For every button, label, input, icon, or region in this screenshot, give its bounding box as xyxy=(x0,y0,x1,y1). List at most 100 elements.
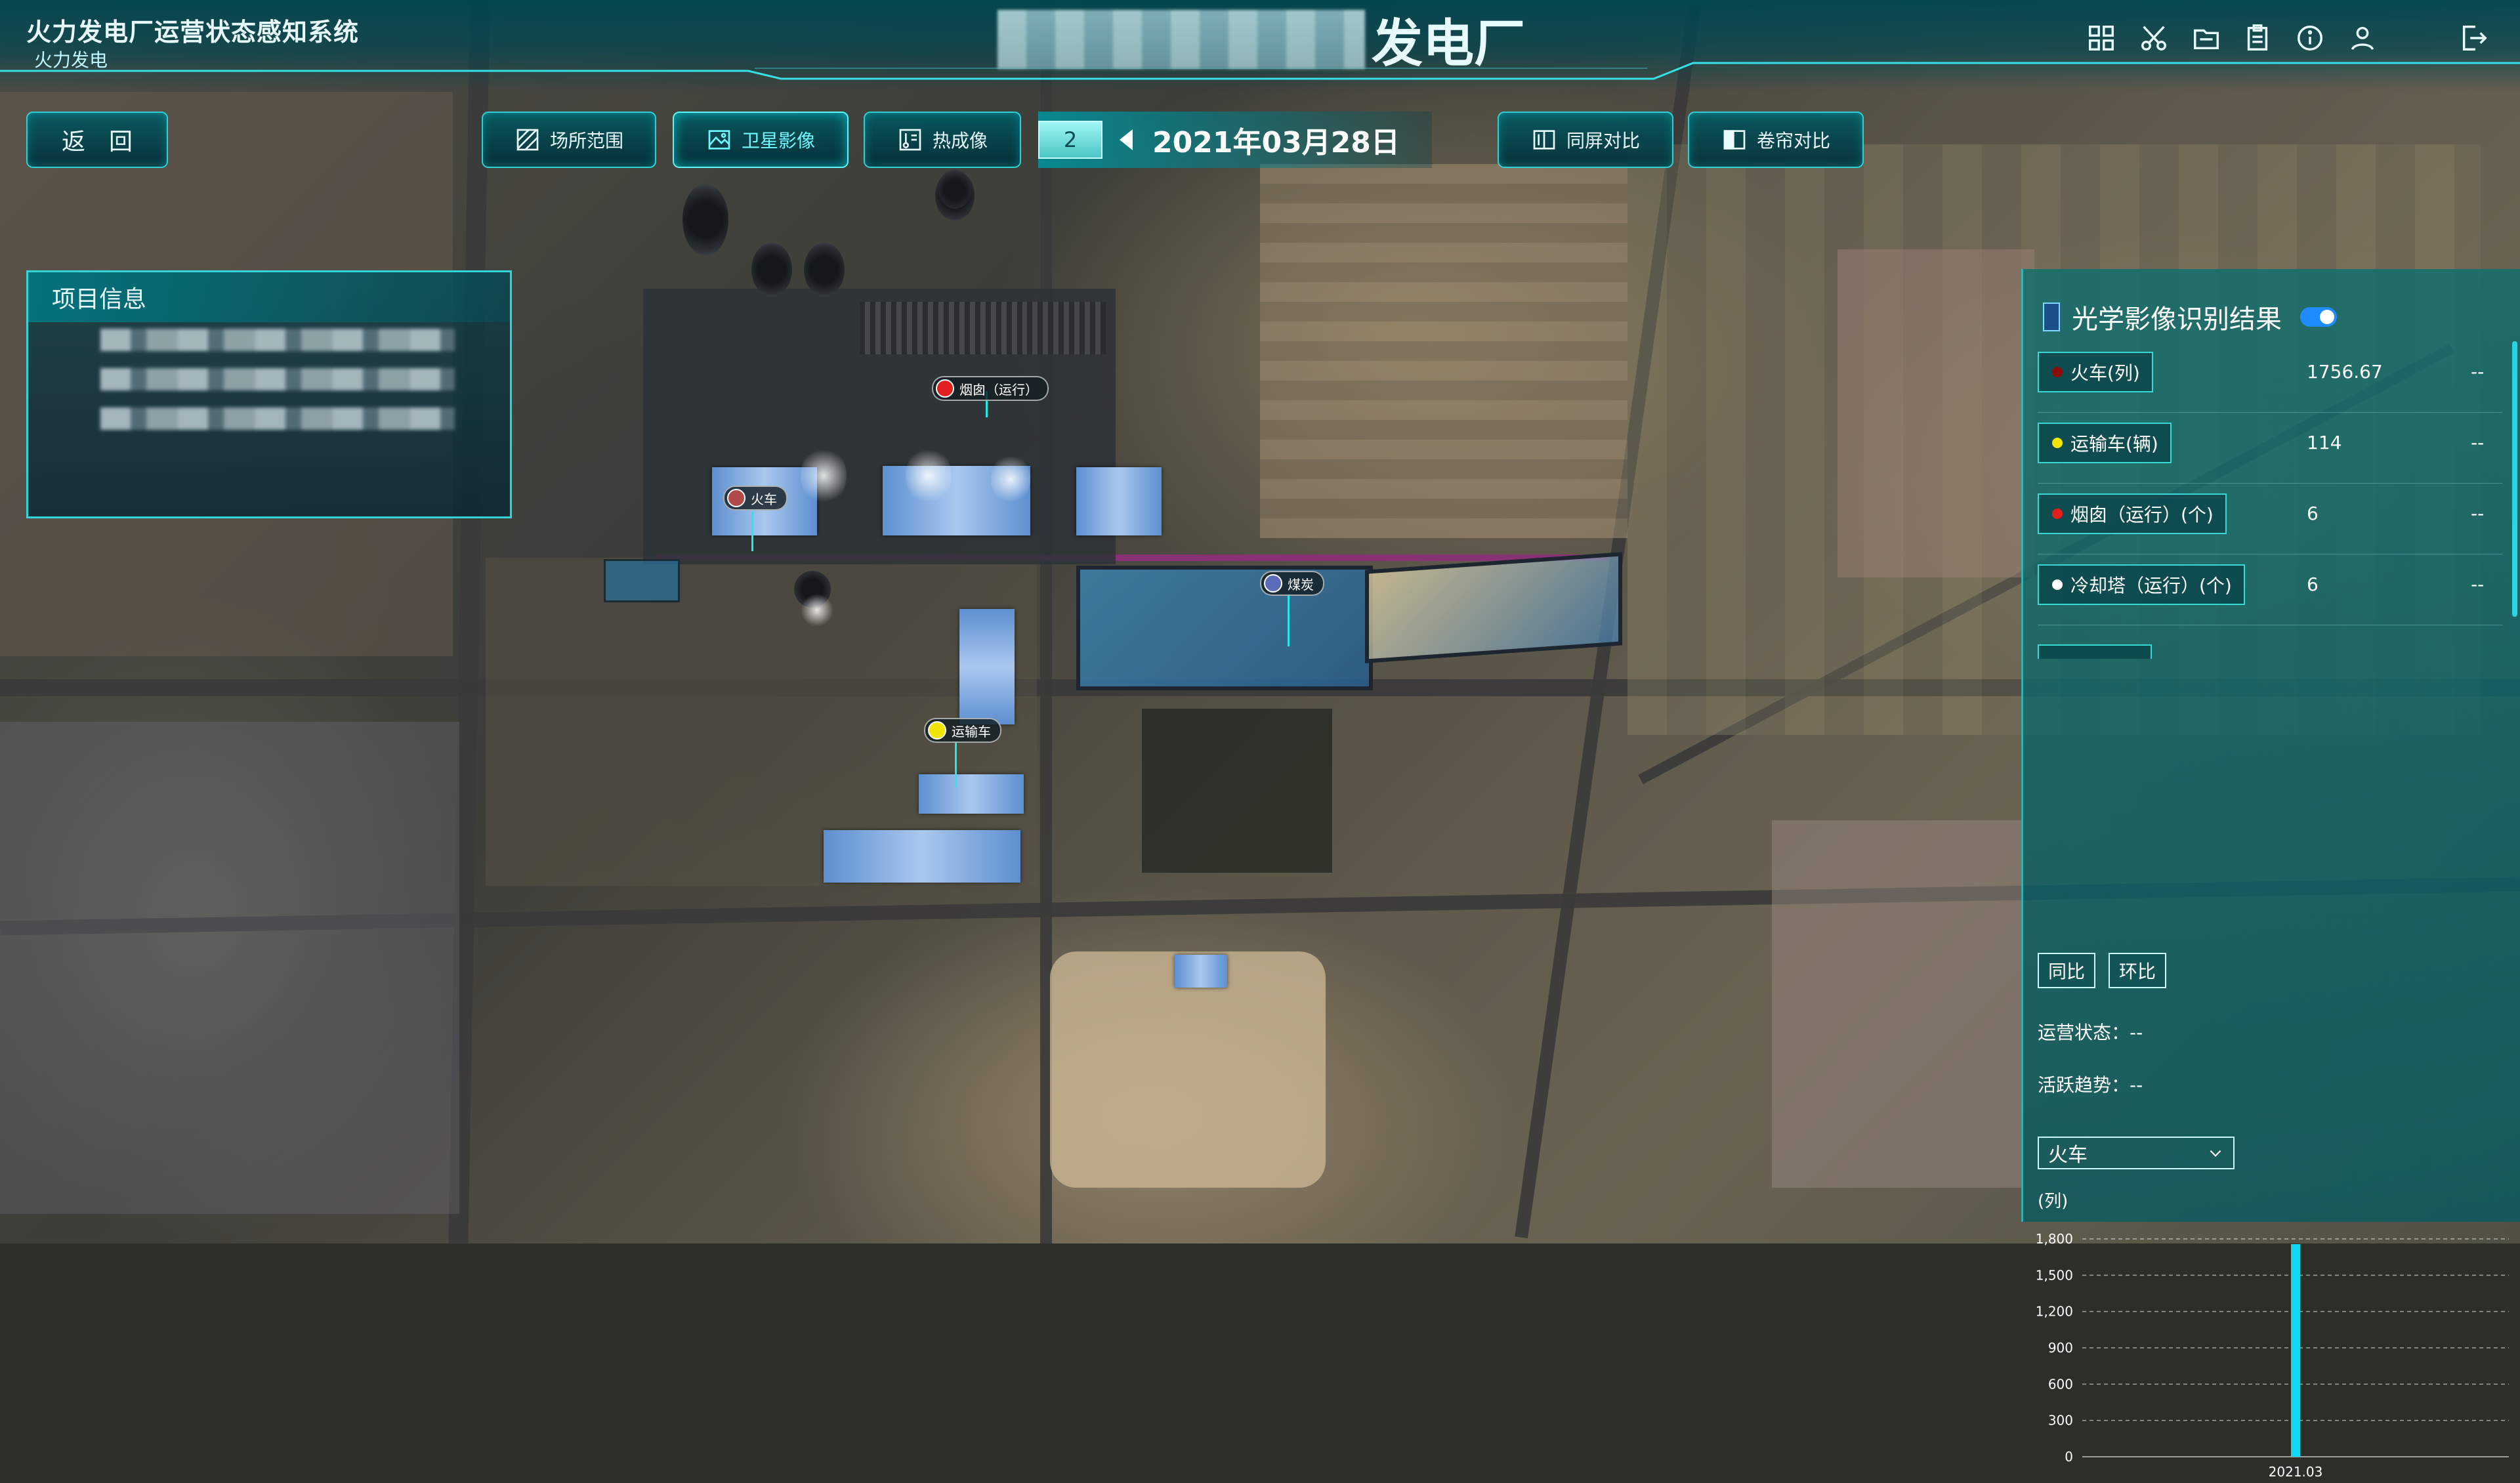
operating-status: 运营状态：-- xyxy=(2038,1022,2143,1043)
results-toggle-switch[interactable] xyxy=(2300,307,2337,327)
back-button[interactable]: 返 回 xyxy=(26,112,168,168)
screen-compare-label: 同屏对比 xyxy=(1566,130,1640,152)
y-tick-label: 1,800 xyxy=(2036,1231,2073,1247)
result-value: 1756.67 xyxy=(2307,361,2383,383)
result-trend: -- xyxy=(2471,432,2485,453)
x-tick-label: 2021.03 xyxy=(2269,1464,2323,1480)
site-range-button[interactable]: 场所范围 xyxy=(482,112,656,168)
chimney-dot-icon xyxy=(936,379,954,398)
cooling-tower xyxy=(804,243,845,297)
result-value: 6 xyxy=(2307,574,2319,595)
plant-roof xyxy=(1076,467,1162,535)
category-select[interactable]: 火车 xyxy=(2038,1137,2235,1169)
train-dot-icon xyxy=(727,489,746,507)
system-subtitle: 火力发电 xyxy=(34,49,108,71)
date-badge[interactable]: 2 xyxy=(1038,121,1102,159)
info-icon[interactable] xyxy=(2290,18,2330,58)
result-label: 火车(列) xyxy=(2038,352,2153,392)
curtain-compare-button[interactable]: 卷帘对比 xyxy=(1688,112,1864,168)
y-tick-label: 1,200 xyxy=(2036,1304,2073,1320)
satellite-image-label: 卫星影像 xyxy=(741,130,815,152)
result-label-text: 烟囱（运行）(个) xyxy=(2070,504,2214,526)
truck-marker[interactable]: 运输车 xyxy=(924,718,1001,743)
panel-marker-icon xyxy=(2043,303,2060,331)
coal-dot-icon xyxy=(1264,574,1282,593)
project-info-panel: 项目信息 xyxy=(26,270,512,518)
grid-icon[interactable] xyxy=(2082,18,2121,58)
result-label-text: 运输车(辆) xyxy=(2070,433,2158,455)
result-label: 冷却塔（运行）(个) xyxy=(2038,564,2245,605)
industrial-zone xyxy=(0,722,459,1214)
redacted-plant-name xyxy=(998,10,1365,69)
screen-compare-button[interactable]: 同屏对比 xyxy=(1498,112,1673,168)
plant-building xyxy=(860,302,1030,354)
coal-yard xyxy=(1365,552,1622,663)
cooling-tower xyxy=(938,169,971,209)
redacted-line xyxy=(100,329,455,351)
y-tick-label: 600 xyxy=(2048,1376,2073,1392)
water-pool xyxy=(604,559,680,602)
hatch-icon xyxy=(516,129,539,151)
coal-yard xyxy=(1076,566,1373,690)
current-date: 2021年03月28日 xyxy=(1152,126,1400,159)
result-row-truck[interactable]: 运输车(辆) 114 -- xyxy=(2038,412,2502,484)
cooling-tower-color-dot-icon xyxy=(2052,579,2063,590)
back-button-label: 返 回 xyxy=(61,129,133,156)
previous-date-arrow-icon[interactable] xyxy=(1120,129,1133,150)
activity-trend: 活跃趋势：-- xyxy=(2038,1074,2143,1096)
results-panel-header: 光学影像识别结果 xyxy=(2043,298,2337,336)
plant-roof xyxy=(959,609,1015,724)
result-row-chimney[interactable]: 烟囱（运行）(个) 6 -- xyxy=(2038,483,2502,554)
factory-roof xyxy=(919,774,1024,814)
factory-roof xyxy=(1175,955,1227,988)
factory-roof xyxy=(824,830,1020,883)
system-title: 火力发电厂运营状态感知系统 xyxy=(26,18,360,47)
truck-color-dot-icon xyxy=(2052,438,2063,448)
mom-button[interactable]: 环比 xyxy=(2109,953,2166,988)
app-header: 火力发电厂运营状态感知系统 火力发电 发电厂 xyxy=(0,0,2520,92)
chimney-marker[interactable]: 烟囱（运行） xyxy=(932,376,1049,401)
satellite-image-button[interactable]: 卫星影像 xyxy=(673,112,849,168)
chart-unit-label: (列) xyxy=(2038,1192,2068,1211)
chimney-marker-label: 烟囱（运行） xyxy=(959,381,1038,398)
result-label: 运输车(辆) xyxy=(2038,423,2172,463)
curtain-compare-label: 卷帘对比 xyxy=(1756,130,1830,152)
y-tick-label: 1,500 xyxy=(2036,1267,2073,1283)
result-row-cooling-tower[interactable]: 冷却塔（运行）(个) 6 -- xyxy=(2038,554,2502,625)
clipboard-icon[interactable] xyxy=(2238,18,2277,58)
steam-plume xyxy=(991,453,1030,505)
chart-bar[interactable] xyxy=(2291,1243,2300,1457)
plant-name-suffix: 发电厂 xyxy=(1372,14,1526,73)
result-value: 114 xyxy=(2307,432,2342,453)
category-select-value: 火车 xyxy=(2048,1144,2088,1167)
plant-building xyxy=(1027,302,1106,354)
scissors-icon[interactable] xyxy=(2134,18,2174,58)
farmland-zone xyxy=(1260,164,1628,538)
chevron-down-icon xyxy=(2210,1150,2221,1157)
pond-zone xyxy=(1142,709,1332,873)
thermal-image-button[interactable]: 热成像 xyxy=(864,112,1021,168)
result-label: 烟囱（运行）(个) xyxy=(2038,493,2227,534)
result-trend: -- xyxy=(2471,361,2485,383)
train-marker-label: 火车 xyxy=(751,491,777,507)
curtain-icon xyxy=(1723,130,1746,150)
optical-results-panel: 光学影像识别结果 火车(列) 1756.67 -- 运输车(辆) 114 -- … xyxy=(2021,269,2520,1480)
result-row-train[interactable]: 火车(列) 1756.67 -- xyxy=(2038,341,2502,413)
date-selector[interactable]: 2 2021年03月28日 xyxy=(1038,112,1432,168)
train-marker[interactable]: 火车 xyxy=(723,486,788,511)
thermal-image-label: 热成像 xyxy=(932,130,988,152)
steam-plume xyxy=(801,446,847,505)
split-screen-icon xyxy=(1533,130,1555,150)
plant-name: 发电厂 xyxy=(998,7,1525,73)
results-scrollbar[interactable] xyxy=(2512,341,2517,617)
yoy-button[interactable]: 同比 xyxy=(2038,953,2095,988)
user-icon[interactable] xyxy=(2343,18,2382,58)
project-info-title: 项目信息 xyxy=(28,272,510,322)
redacted-line xyxy=(100,407,455,430)
marker-stem xyxy=(955,742,957,787)
coal-marker[interactable]: 煤炭 xyxy=(1260,571,1324,596)
logout-icon[interactable] xyxy=(2454,18,2494,58)
result-label-text: 冷却塔（运行）(个) xyxy=(2070,575,2232,596)
site-range-label: 场所范围 xyxy=(549,130,623,152)
folder-icon[interactable] xyxy=(2187,18,2226,58)
